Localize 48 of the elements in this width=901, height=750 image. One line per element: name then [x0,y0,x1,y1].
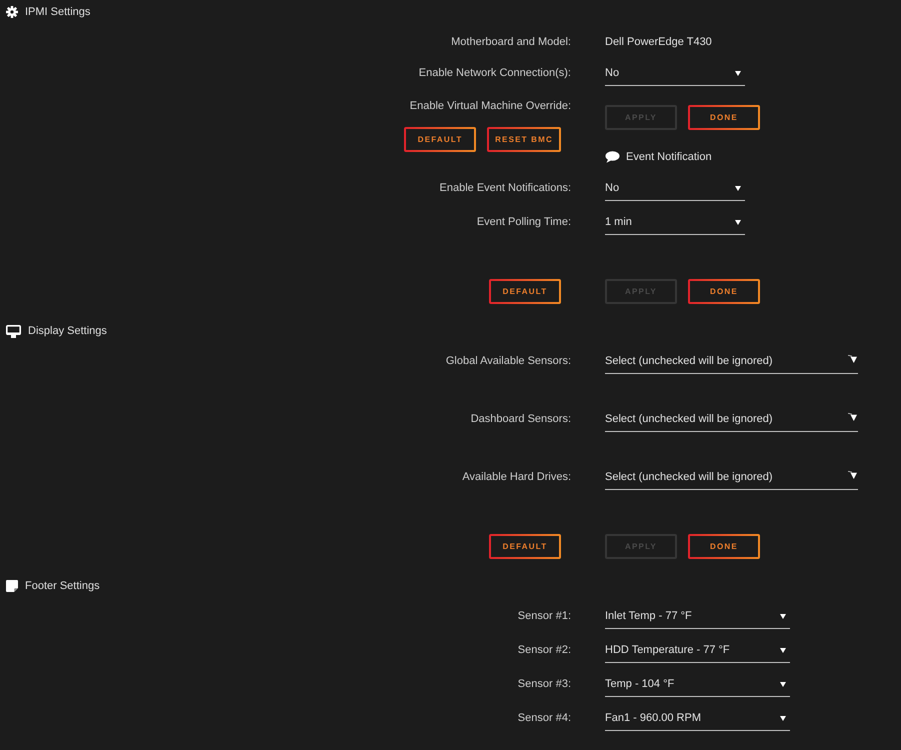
caret-icon [735,220,741,224]
section-title: Footer Settings [25,578,100,594]
caret-icon [848,355,857,363]
dropdown[interactable]: Select (unchecked will be ignored) [605,467,858,490]
field-value: Dell PowerEdge T430 [605,35,712,50]
field-label: Sensor #2: [518,643,571,658]
caret-icon [780,716,786,720]
field-label: Sensor #1: [518,609,571,624]
action-button[interactable]: DONE [688,534,760,559]
dropdown[interactable]: Inlet Temp - 77 °F [605,606,790,629]
field-label: Sensor #3: [518,677,571,692]
monitor-icon [6,324,21,338]
field-label: Enable Event Notifications: [440,181,571,196]
field-label: Dashboard Sensors: [470,412,571,427]
caret-icon [848,471,857,479]
field-label: Global Available Sensors: [446,354,571,369]
caret-icon [735,70,741,76]
field-label: Available Hard Drives: [462,470,571,485]
caret-icon [848,413,857,421]
dropdown[interactable]: No [605,63,745,86]
field-label: Enable Network Connection(s): [418,66,571,81]
caret-icon [780,614,786,618]
gear-icon [6,6,18,18]
field-label: Event Polling Time: [476,215,571,230]
subsection-title: Event Notification [626,150,712,165]
dropdown[interactable]: Fan1 - 960.00 RPM [605,708,790,731]
action-button[interactable]: DEFAULT [489,279,561,304]
dropdown[interactable]: No [605,178,745,201]
action-button[interactable]: DONE [688,105,760,130]
section-title: IPMI Settings [25,4,90,20]
action-button[interactable]: DONE [688,279,760,304]
action-button[interactable]: RESET BMC [487,127,561,152]
caret-icon [780,682,786,686]
field-label: Enable Virtual Machine Override: [410,99,571,114]
field-label: Motherboard and Model: [451,35,571,50]
dropdown[interactable]: 1 min [605,212,745,235]
action-button[interactable]: DEFAULT [404,127,476,152]
field-label: Sensor #4: [518,711,571,726]
speech-bubble-icon [605,151,620,163]
dropdown[interactable]: HDD Temperature - 77 °F [605,640,790,663]
sticky-note-icon [6,580,18,592]
dropdown[interactable]: Select (unchecked will be ignored) [605,351,858,374]
section-title: Display Settings [28,324,107,339]
dropdown[interactable]: Temp - 104 °F [605,674,790,697]
dropdown[interactable]: Select (unchecked will be ignored) [605,409,858,432]
caret-icon [780,648,786,652]
caret-icon [735,186,741,190]
action-button[interactable]: DEFAULT [489,534,561,559]
